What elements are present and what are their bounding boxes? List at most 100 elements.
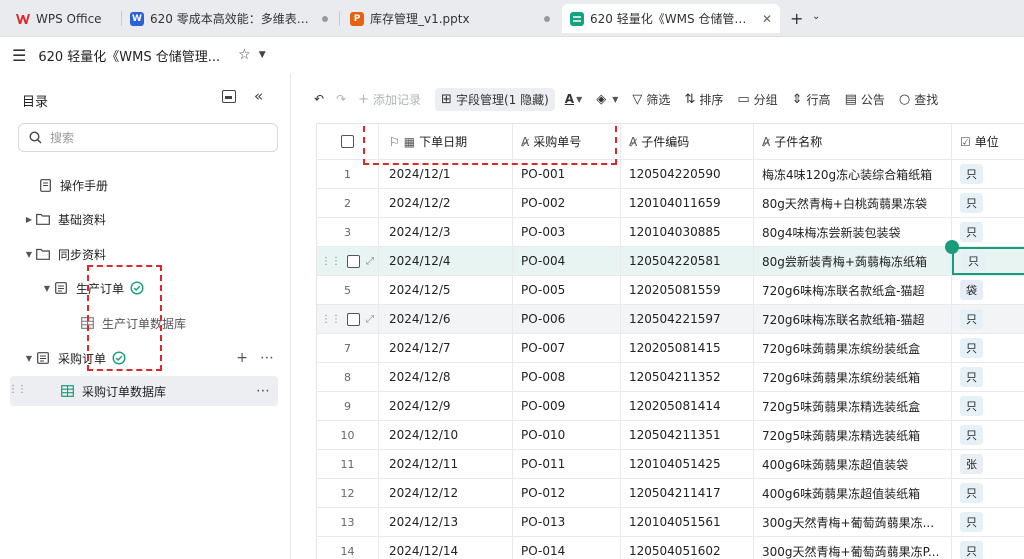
unit-cell[interactable]: 袋 (952, 276, 1024, 304)
po-number-cell[interactable]: PO-006 (513, 305, 621, 333)
add-icon[interactable]: + (236, 350, 248, 366)
part-name-cell[interactable]: 720g6味蒟蒻果冻缤纷装纸箱 (754, 363, 952, 391)
unit-cell[interactable]: 只 (952, 189, 1024, 217)
drag-handle-icon[interactable]: ⋮⋮ (8, 384, 27, 395)
part-name-cell[interactable]: 梅冻4味120g冻心装综合箱纸箱 (754, 160, 952, 188)
order-date-cell[interactable]: 2024/12/2 (379, 189, 513, 217)
part-code-cell[interactable]: 120104030885 (621, 218, 754, 246)
drag-handle-icon[interactable]: ⋮⋮ (321, 314, 341, 325)
chevron-down-icon[interactable]: ▼ (259, 50, 266, 60)
unit-cell[interactable]: 只 (952, 218, 1024, 246)
table-row[interactable]: 8 2024/12/8 PO-008 120504211352 720g6味蒟蒻果冻缤纷… (317, 363, 1024, 392)
more-options-icon[interactable]: ⋯ (260, 350, 274, 366)
order-date-cell[interactable]: 2024/12/4 (379, 247, 513, 275)
table-row[interactable]: 9 2024/12/9 PO-009 120205081414 720g5味蒟蒻果冻精选… (317, 392, 1024, 421)
part-code-cell[interactable]: 120504051602 (621, 537, 754, 559)
tab-doc-620[interactable]: W 620 零成本高效能：多维表格搭建 (122, 4, 336, 33)
part-name-cell[interactable]: 400g6味蒟蒻果冻超值装袋 (754, 450, 952, 478)
order-date-cell[interactable]: 2024/12/9 (379, 392, 513, 420)
table-row[interactable]: 13 2024/12/13 PO-013 120104051561 300g天然青梅+葡… (317, 508, 1024, 537)
row-number-cell[interactable]: 2 (317, 189, 379, 217)
select-all-cell[interactable] (317, 124, 379, 159)
add-record-button[interactable]: + 添加记录 (358, 91, 421, 108)
part-code-cell[interactable]: 120104051561 (621, 508, 754, 536)
caret-right-icon[interactable]: ▶ (22, 215, 36, 224)
table-row[interactable]: ⋮⋮ ⤢ 2024/12/4 PO-004 120504220581 80g尝新装青梅+蒟… (317, 247, 1024, 276)
unit-cell[interactable]: 只 (952, 392, 1024, 420)
column-header-order-date[interactable]: ⚐ ▦ 下单日期 (379, 124, 513, 159)
part-name-cell[interactable]: 720g6味蒟蒻果冻缤纷装纸盒 (754, 334, 952, 362)
table-row[interactable]: 10 2024/12/10 PO-010 120504211351 720g5味蒟蒻果冻… (317, 421, 1024, 450)
part-name-cell[interactable]: 720g6味梅冻联名款纸箱-猫超 (754, 305, 952, 333)
row-checkbox[interactable] (347, 254, 360, 268)
po-number-cell[interactable]: PO-008 (513, 363, 621, 391)
table-row[interactable]: 3 2024/12/3 PO-003 120104030885 80g4味梅冻尝新装包装… (317, 218, 1024, 247)
table-row[interactable]: 5 2024/12/5 PO-005 120205081559 720g6味梅冻联名款纸… (317, 276, 1024, 305)
star-icon[interactable]: ☆ (238, 47, 251, 63)
field-manage-button[interactable]: ⊞ 字段管理(1 隐藏) (435, 87, 555, 111)
select-all-checkbox[interactable] (341, 135, 354, 148)
order-date-cell[interactable]: 2024/12/11 (379, 450, 513, 478)
unit-cell[interactable]: 只 (952, 334, 1024, 362)
row-checkbox[interactable] (347, 312, 360, 326)
row-number-cell[interactable]: 10 (317, 421, 379, 449)
sidebar-item-purchase-order[interactable]: ▼ 采购订单 + ⋯ (22, 343, 280, 373)
order-date-cell[interactable]: 2024/12/10 (379, 421, 513, 449)
column-header-po-number[interactable]: A̷ 采购单号 (513, 124, 621, 159)
order-date-cell[interactable]: 2024/12/7 (379, 334, 513, 362)
part-name-cell[interactable]: 80g尝新装青梅+蒟蒻梅冻纸箱 (754, 247, 952, 275)
unit-cell[interactable]: 只 (952, 421, 1024, 449)
row-number-cell[interactable]: 13 (317, 508, 379, 536)
drag-handle-icon[interactable]: ⋮⋮ (321, 256, 341, 267)
part-code-cell[interactable]: 120504220581 (621, 247, 754, 275)
order-date-cell[interactable]: 2024/12/3 (379, 218, 513, 246)
row-number-cell[interactable]: ⋮⋮ ⤢ (317, 247, 379, 275)
row-number-cell[interactable]: 14 (317, 537, 379, 559)
unit-cell[interactable]: 只 (952, 479, 1024, 507)
po-number-cell[interactable]: PO-013 (513, 508, 621, 536)
part-code-cell[interactable]: 120504211352 (621, 363, 754, 391)
part-code-cell[interactable]: 120104011659 (621, 189, 754, 217)
table-row[interactable]: 12 2024/12/12 PO-012 120504211417 400g6味蒟蒻果冻… (317, 479, 1024, 508)
part-name-cell[interactable]: 300g天然青梅+葡萄蒟蒻果冻P... (754, 537, 952, 559)
row-number-cell[interactable]: 9 (317, 392, 379, 420)
search-input[interactable] (50, 130, 250, 145)
po-number-cell[interactable]: PO-014 (513, 537, 621, 559)
unit-cell[interactable]: 只 (952, 247, 1024, 275)
group-button[interactable]: ▭ 分组 (737, 91, 777, 108)
order-date-cell[interactable]: 2024/12/14 (379, 537, 513, 559)
table-row[interactable]: 1 2024/12/1 PO-001 120504220590 梅冻4味120g冻心装综… (317, 160, 1024, 189)
order-date-cell[interactable]: 2024/12/13 (379, 508, 513, 536)
table-row[interactable]: 11 2024/12/11 PO-011 120104051425 400g6味蒟蒻果冻… (317, 450, 1024, 479)
row-number-cell[interactable]: 7 (317, 334, 379, 362)
part-code-cell[interactable]: 120504220590 (621, 160, 754, 188)
po-number-cell[interactable]: PO-005 (513, 276, 621, 304)
close-icon[interactable]: ✕ (762, 12, 772, 26)
part-code-cell[interactable]: 120504211351 (621, 421, 754, 449)
po-number-cell[interactable]: PO-001 (513, 160, 621, 188)
row-number-cell[interactable]: 11 (317, 450, 379, 478)
unit-cell[interactable]: 只 (952, 508, 1024, 536)
sidebar-item-production-db[interactable]: 生产订单数据库 (80, 308, 186, 338)
po-number-cell[interactable]: PO-011 (513, 450, 621, 478)
part-name-cell[interactable]: 80g天然青梅+白桃蒟蒻果冻袋 (754, 189, 952, 217)
tab-wps-office[interactable]: WPS Office (8, 4, 118, 33)
part-code-cell[interactable]: 120205081559 (621, 276, 754, 304)
column-header-part-name[interactable]: A̷ 子件名称 (754, 124, 952, 159)
row-number-cell[interactable]: 12 (317, 479, 379, 507)
part-name-cell[interactable]: 720g6味梅冻联名款纸盒-猫超 (754, 276, 952, 304)
po-number-cell[interactable]: PO-010 (513, 421, 621, 449)
panel-toggle-icon[interactable] (222, 90, 236, 103)
row-number-cell[interactable]: 5 (317, 276, 379, 304)
po-number-cell[interactable]: PO-012 (513, 479, 621, 507)
chevron-down-icon[interactable]: ⌄ (812, 11, 820, 22)
redo-icon[interactable]: ↷ (336, 92, 346, 106)
tab-inventory-pptx[interactable]: P 库存管理_v1.pptx (342, 4, 558, 33)
part-name-cell[interactable]: 400g6味蒟蒻果冻超值装纸箱 (754, 479, 952, 507)
sidebar-item-sync-data[interactable]: ▼ 同步资料 (22, 239, 106, 269)
sidebar-item-manual[interactable]: 操作手册 (38, 170, 108, 200)
sidebar-search[interactable] (18, 123, 278, 152)
table-row[interactable]: ⋮⋮ ⤢ 2024/12/6 PO-006 120504221597 720g6味梅冻联名… (317, 305, 1024, 334)
sort-button[interactable]: ⇅ 排序 (684, 91, 723, 108)
table-row[interactable]: 14 2024/12/14 PO-014 120504051602 300g天然青梅+葡… (317, 537, 1024, 559)
